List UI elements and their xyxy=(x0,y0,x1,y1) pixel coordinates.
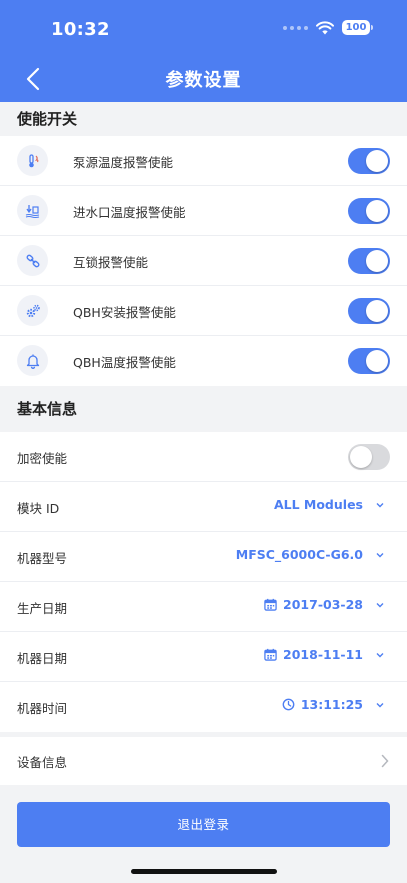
link-icon xyxy=(17,245,48,276)
switch-label: QBH安装报警使能 xyxy=(73,305,176,320)
water-inlet-icon xyxy=(17,195,48,226)
switch-label: QBH温度报警使能 xyxy=(73,355,176,370)
production-date-row: 生产日期 2017-03-28 xyxy=(0,582,407,632)
switch-row-interlock: 互锁报警使能 xyxy=(0,236,407,286)
status-time: 10:32 xyxy=(51,19,110,40)
production-date-picker[interactable]: 2017-03-28 xyxy=(264,597,385,612)
machine-date-value: 2018-11-11 xyxy=(283,647,363,662)
chevron-down-icon xyxy=(376,502,384,507)
thermometer-flame-icon xyxy=(17,145,48,176)
machine-date-label: 机器日期 xyxy=(17,651,68,666)
switch-label: 泵源温度报警使能 xyxy=(73,155,174,170)
section-header-basic: 基本信息 xyxy=(0,392,407,426)
section-title: 使能开关 xyxy=(17,110,78,128)
machine-date-picker[interactable]: 2018-11-11 xyxy=(264,647,385,662)
model-label: 机器型号 xyxy=(17,551,68,566)
machine-time-value: 13:11:25 xyxy=(300,697,363,712)
app-header: 10:32 100 参数设置 xyxy=(0,0,407,102)
machine-time-label: 机器时间 xyxy=(17,701,68,716)
machine-time-picker[interactable]: 13:11:25 xyxy=(282,697,385,712)
machine-date-row: 机器日期 2018-11-11 xyxy=(0,632,407,682)
clock-icon xyxy=(282,698,295,711)
switch-row-pump-temp: 泵源温度报警使能 xyxy=(0,136,407,186)
machine-time-row: 机器时间 13:11:25 xyxy=(0,682,407,732)
model-select[interactable]: MFSC_6000C-G6.0 xyxy=(236,547,385,562)
switch-label: 进水口温度报警使能 xyxy=(73,205,186,220)
home-indicator xyxy=(131,869,277,874)
module-id-label: 模块 ID xyxy=(17,501,60,516)
page-title: 参数设置 xyxy=(165,70,242,91)
encrypt-row: 加密使能 xyxy=(0,432,407,482)
model-row: 机器型号 MFSC_6000C-G6.0 xyxy=(0,532,407,582)
section-title: 基本信息 xyxy=(17,400,78,418)
qbh-install-alarm-toggle[interactable] xyxy=(348,298,390,324)
wifi-icon xyxy=(316,20,334,34)
bell-icon xyxy=(17,345,48,376)
section-header-enable: 使能开关 xyxy=(0,102,407,136)
pump-temp-alarm-toggle[interactable] xyxy=(348,148,390,174)
chevron-down-icon xyxy=(376,702,384,707)
chevron-down-icon xyxy=(376,652,384,657)
enable-switch-list: 泵源温度报警使能 进水口温度报警使能 互锁报警使能 QBH安装报警使能 QBH温… xyxy=(0,136,407,386)
cellular-signal-icon xyxy=(283,25,308,30)
device-info-label: 设备信息 xyxy=(17,755,68,770)
status-indicators: 100 xyxy=(283,20,373,35)
module-id-select[interactable]: ALL Modules xyxy=(274,497,385,512)
production-date-value: 2017-03-28 xyxy=(283,597,363,612)
calendar-icon xyxy=(264,598,277,611)
battery-icon: 100 xyxy=(342,20,373,35)
logout-button[interactable]: 退出登录 xyxy=(17,802,390,847)
gears-icon xyxy=(17,295,48,326)
switch-row-qbh-temp: QBH温度报警使能 xyxy=(0,336,407,386)
interlock-alarm-toggle[interactable] xyxy=(348,248,390,274)
battery-level: 100 xyxy=(342,20,370,35)
switch-label: 互锁报警使能 xyxy=(73,255,149,270)
production-date-label: 生产日期 xyxy=(17,601,68,616)
model-value: MFSC_6000C-G6.0 xyxy=(235,547,363,562)
module-id-value: ALL Modules xyxy=(273,497,363,512)
switch-row-inlet-temp: 进水口温度报警使能 xyxy=(0,186,407,236)
chevron-right-icon xyxy=(381,754,389,768)
device-info-row[interactable]: 设备信息 xyxy=(0,737,407,785)
encrypt-toggle[interactable] xyxy=(348,444,390,470)
switch-row-qbh-install: QBH安装报警使能 xyxy=(0,286,407,336)
encrypt-label: 加密使能 xyxy=(17,451,68,466)
qbh-temp-alarm-toggle[interactable] xyxy=(348,348,390,374)
chevron-down-icon xyxy=(376,552,384,557)
inlet-temp-alarm-toggle[interactable] xyxy=(348,198,390,224)
basic-info-list: 加密使能 模块 ID ALL Modules 机器型号 MFSC_6000C-G… xyxy=(0,432,407,732)
module-id-row: 模块 ID ALL Modules xyxy=(0,482,407,532)
calendar-icon xyxy=(264,648,277,661)
chevron-down-icon xyxy=(376,602,384,607)
